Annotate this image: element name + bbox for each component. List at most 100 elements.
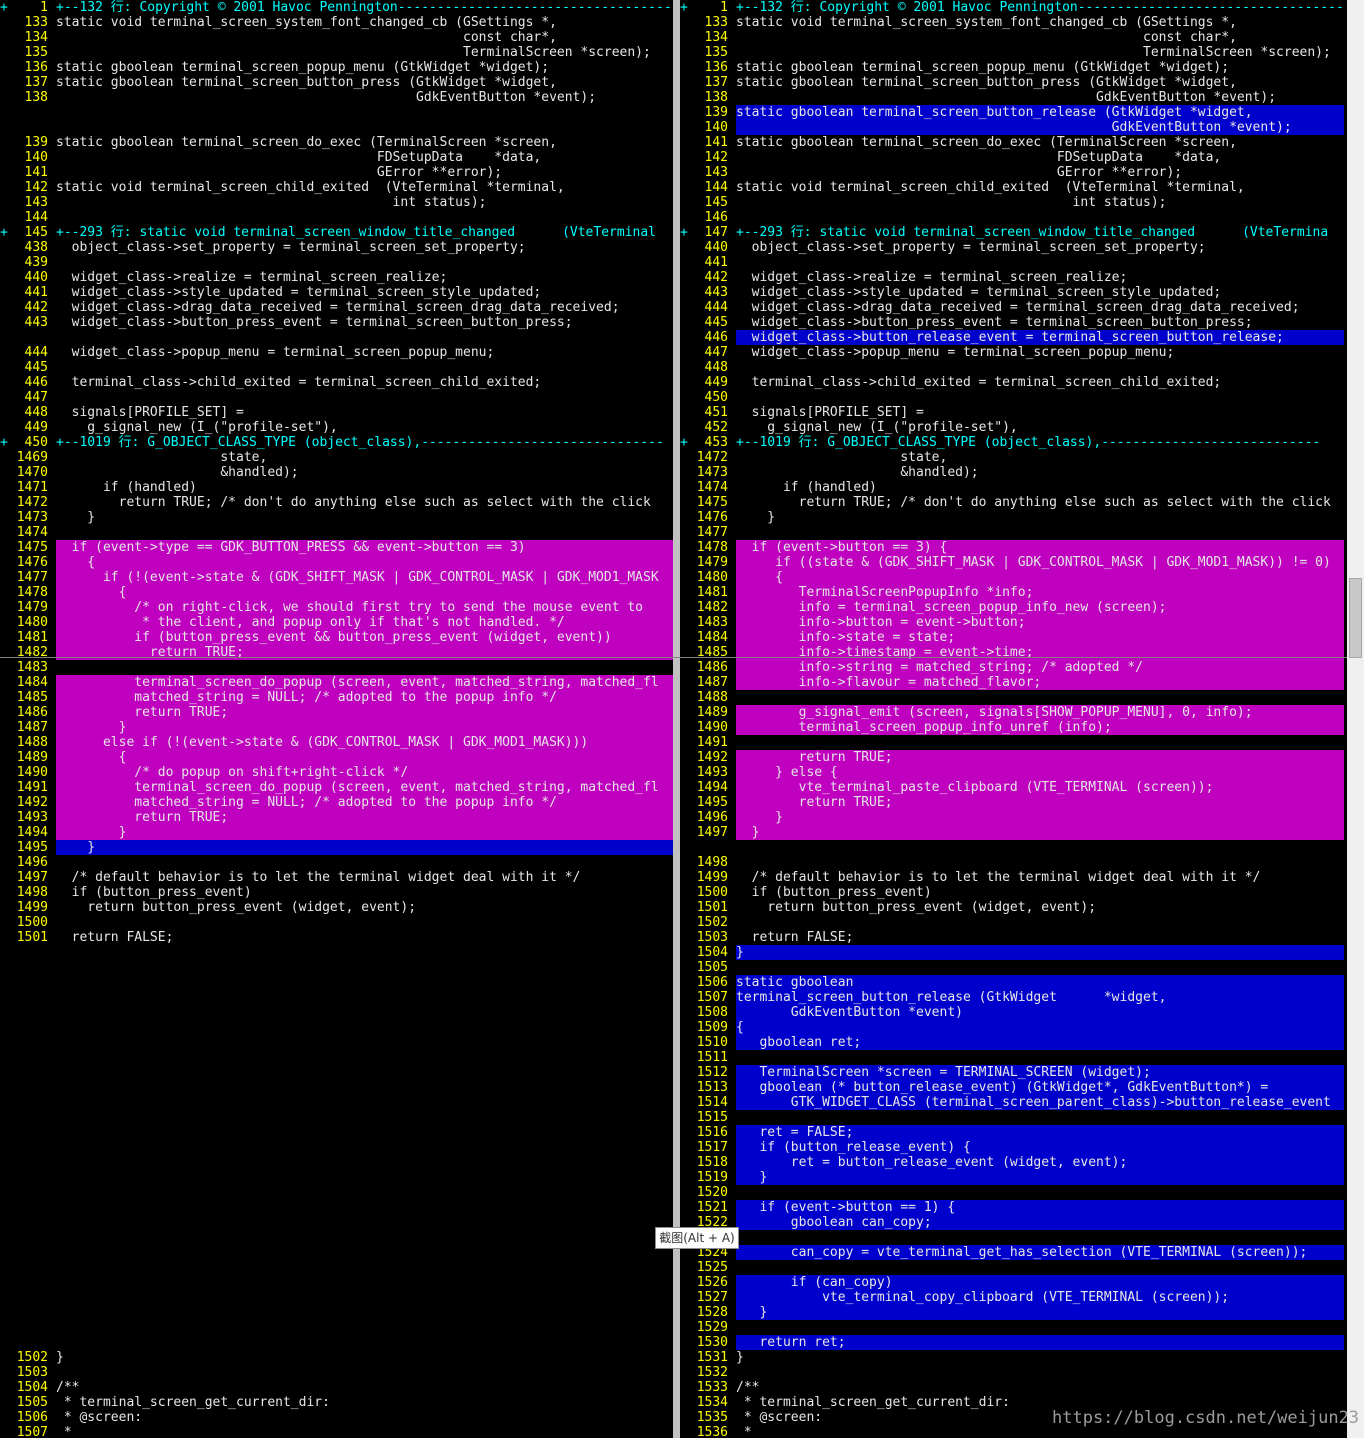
code-line[interactable]: 1490 terminal_screen_popup_info_unref (i… <box>680 720 1344 735</box>
code-line[interactable]: 447 <box>0 390 673 405</box>
code-line[interactable]: 1533 /** <box>680 1380 1344 1395</box>
code-line[interactable]: 1499 /* default behavior is to let the t… <box>680 870 1344 885</box>
code-line[interactable]: 1481 if (button_press_event && button_pr… <box>0 630 673 645</box>
code-line[interactable]: 1478 if (event->button == 3) { <box>680 540 1344 555</box>
code-line[interactable]: 440 object_class->set_property = termina… <box>680 240 1344 255</box>
code-line[interactable]: 1481 TerminalScreenPopupInfo *info; <box>680 585 1344 600</box>
code-line[interactable]: 1531} <box>680 1350 1344 1365</box>
scrollbar-thumb[interactable] <box>1349 578 1362 658</box>
code-line[interactable]: 1495 return TRUE; <box>680 795 1344 810</box>
code-line[interactable]: 1474 <box>0 525 673 540</box>
code-line[interactable]: 444 widget_class->popup_menu = terminal_… <box>0 345 673 360</box>
filler-line[interactable] <box>0 975 673 990</box>
code-line[interactable]: 141 GError **error); <box>0 165 673 180</box>
code-line[interactable]: 1521 if (event->button == 1) { <box>680 1200 1344 1215</box>
code-line[interactable]: 1519 } <box>680 1170 1344 1185</box>
code-line[interactable]: 1473 } <box>0 510 673 525</box>
code-line[interactable]: 145 int status); <box>680 195 1344 210</box>
code-line[interactable]: 1478 { <box>0 585 673 600</box>
code-line[interactable]: 1494 } <box>0 825 673 840</box>
code-line[interactable]: 1501 return button_press_event (widget, … <box>680 900 1344 915</box>
code-line[interactable]: 1504} <box>680 945 1344 960</box>
code-line[interactable]: 136 static gboolean terminal_screen_popup… <box>0 60 673 75</box>
code-line[interactable]: 1500 <box>0 915 673 930</box>
code-line[interactable]: 1492 matched_string = NULL; /* adopted t… <box>0 795 673 810</box>
code-line[interactable]: 1493 } else { <box>680 765 1344 780</box>
filler-line[interactable] <box>0 945 673 960</box>
code-line[interactable]: 1477 if (!(event->state & (GDK_SHIFT_MAS… <box>0 570 673 585</box>
code-line[interactable]: 139 static gboolean terminal_screen_butto… <box>680 105 1344 120</box>
code-line[interactable]: 441 widget_class->style_updated = termin… <box>0 285 673 300</box>
code-line[interactable]: +450 +--1019 行: G_OBJECT_CLASS_TYPE (obje… <box>0 435 673 450</box>
filler-line[interactable] <box>680 840 1344 855</box>
filler-line[interactable] <box>0 1215 673 1230</box>
code-line[interactable]: 135 TerminalScreen *screen); <box>680 45 1344 60</box>
code-line[interactable]: 1527 vte_terminal_copy_clipboard (VTE_TE… <box>680 1290 1344 1305</box>
code-line[interactable]: 144 <box>0 210 673 225</box>
filler-line[interactable] <box>0 1080 673 1095</box>
code-line[interactable]: 1491 <box>680 735 1344 750</box>
code-line[interactable]: 142 static void terminal_screen_child_exi… <box>0 180 673 195</box>
code-line[interactable]: 439 <box>0 255 673 270</box>
code-line[interactable]: 1488 <box>680 690 1344 705</box>
code-line[interactable]: 1498 if (button_press_event) <box>0 885 673 900</box>
code-line[interactable]: 1470 &handled); <box>0 465 673 480</box>
code-line[interactable]: 1484 info->state = state; <box>680 630 1344 645</box>
code-line[interactable]: 1477 <box>680 525 1344 540</box>
code-line[interactable]: 449 g_signal_new (I_("profile-set"), <box>0 420 673 435</box>
code-line[interactable]: 1474 if (handled) <box>680 480 1344 495</box>
code-line[interactable]: 1529 <box>680 1320 1344 1335</box>
code-line[interactable]: 1502 <box>680 915 1344 930</box>
code-line[interactable]: 438 object_class->set_property = termina… <box>0 240 673 255</box>
code-line[interactable]: 141 static gboolean terminal_screen_do_ex… <box>680 135 1344 150</box>
right-diff-pane[interactable]: +1 +--132 行: Copyright © 2001 Havoc Penni… <box>680 0 1344 1438</box>
code-line[interactable]: 137 static gboolean terminal_screen_butto… <box>680 75 1344 90</box>
code-line[interactable]: 451 signals[PROFILE_SET] = <box>680 405 1344 420</box>
code-line[interactable]: 1505 * terminal_screen_get_current_dir: <box>0 1395 673 1410</box>
filler-line[interactable] <box>0 1275 673 1290</box>
code-line[interactable]: 1504 /** <box>0 1380 673 1395</box>
code-line[interactable]: 1491 terminal_screen_do_popup (screen, e… <box>0 780 673 795</box>
code-line[interactable]: 1480 * the client, and popup only if tha… <box>0 615 673 630</box>
code-line[interactable]: 1472 return TRUE; /* don't do anything e… <box>0 495 673 510</box>
code-line[interactable]: 134 const char*, <box>0 30 673 45</box>
code-line[interactable]: 1518 ret = button_release_event (widget,… <box>680 1155 1344 1170</box>
code-line[interactable]: 441 <box>680 255 1344 270</box>
code-line[interactable]: 1479 /* on right-click, we should first … <box>0 600 673 615</box>
code-line[interactable]: 1515 <box>680 1110 1344 1125</box>
code-line[interactable]: 450 <box>680 390 1344 405</box>
code-line[interactable]: +1 +--132 行: Copyright © 2001 Havoc Penni… <box>680 0 1344 15</box>
code-line[interactable]: 1530 return ret; <box>680 1335 1344 1350</box>
left-diff-pane[interactable]: +1 +--132 行: Copyright © 2001 Havoc Penni… <box>0 0 673 1438</box>
code-line[interactable]: 143 GError **error); <box>680 165 1344 180</box>
code-line[interactable]: 445 widget_class->button_press_event = t… <box>680 315 1344 330</box>
filler-line[interactable] <box>0 1185 673 1200</box>
code-line[interactable]: 447 widget_class->popup_menu = terminal_… <box>680 345 1344 360</box>
code-line[interactable]: 134 const char*, <box>680 30 1344 45</box>
code-line[interactable]: 444 widget_class->drag_data_received = t… <box>680 300 1344 315</box>
code-line[interactable]: 1492 return TRUE; <box>680 750 1344 765</box>
code-line[interactable]: 1486 return TRUE; <box>0 705 673 720</box>
code-line[interactable]: 1503 <box>0 1365 673 1380</box>
code-line[interactable]: 1532 <box>680 1365 1344 1380</box>
code-line[interactable]: 443 widget_class->button_press_event = t… <box>0 315 673 330</box>
code-line[interactable]: 1509 { <box>680 1020 1344 1035</box>
code-line[interactable]: 1500 if (button_press_event) <box>680 885 1344 900</box>
filler-line[interactable] <box>0 1005 673 1020</box>
code-line[interactable]: 1483 <box>0 660 673 675</box>
code-line[interactable]: 133 static void terminal_screen_system_fo… <box>0 15 673 30</box>
filler-line[interactable] <box>0 1050 673 1065</box>
code-line[interactable]: 1511 <box>680 1050 1344 1065</box>
code-line[interactable]: 1512 TerminalScreen *screen = TERMINAL_S… <box>680 1065 1344 1080</box>
code-line[interactable]: 138 GdkEventButton *event); <box>680 90 1344 105</box>
code-line[interactable]: 146 <box>680 210 1344 225</box>
filler-line[interactable] <box>0 1230 673 1245</box>
code-line[interactable]: 1502} <box>0 1350 673 1365</box>
code-line[interactable]: 442 widget_class->realize = terminal_scr… <box>680 270 1344 285</box>
code-line[interactable]: 140 GdkEventButton *event); <box>680 120 1344 135</box>
code-line[interactable]: 1514 GTK_WIDGET_CLASS (terminal_screen_p… <box>680 1095 1344 1110</box>
filler-line[interactable] <box>0 1155 673 1170</box>
filler-line[interactable] <box>0 1020 673 1035</box>
filler-line[interactable] <box>0 1335 673 1350</box>
code-line[interactable]: 138 GdkEventButton *event); <box>0 90 673 105</box>
